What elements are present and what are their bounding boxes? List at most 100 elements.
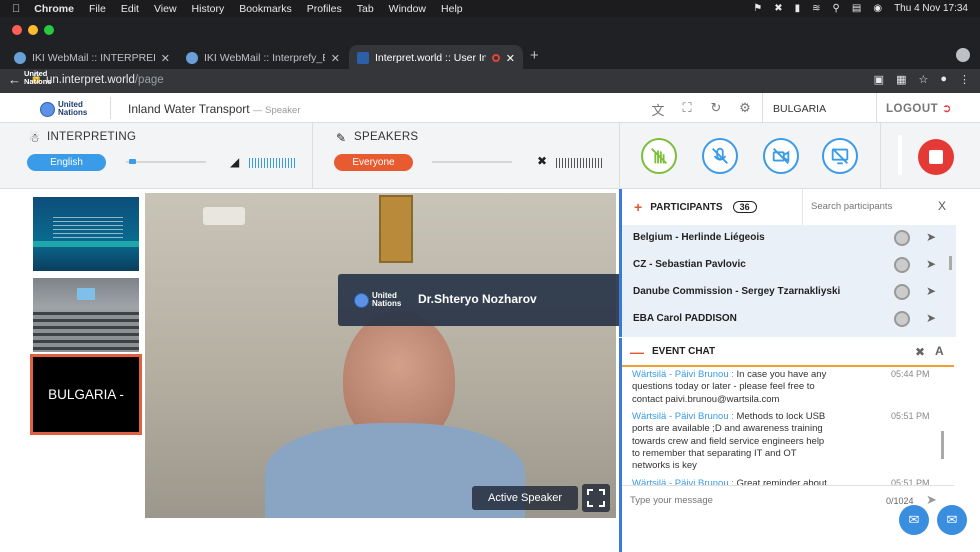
clear-search-icon[interactable]: X: [938, 199, 946, 213]
close-tab-icon[interactable]: ✕: [161, 52, 170, 65]
participant-row[interactable]: EBA Carol PADDISON ➤: [622, 306, 956, 333]
audio-channel-icon[interactable]: [894, 257, 910, 273]
mail-button[interactable]: ✉: [937, 505, 967, 535]
bluetooth-icon[interactable]: ✖: [774, 3, 782, 14]
new-tab-button[interactable]: +: [530, 47, 539, 64]
slide-accent-bar: [33, 241, 139, 247]
logout-button[interactable]: LOGOUT ➲: [886, 101, 952, 115]
thumbnail-conference-room[interactable]: [33, 278, 139, 352]
profile-icon[interactable]: ●: [940, 73, 947, 86]
divider: [880, 123, 881, 189]
mac-menubar:  Chrome File Edit View History Bookmark…: [0, 0, 980, 17]
participants-search: X: [802, 189, 966, 225]
participants-panel: + PARTICIPANTS 36 X Belgium - Herlinde L…: [619, 189, 980, 337]
chat-header[interactable]: — EVENT CHAT ✖ A: [622, 338, 954, 367]
microphone-icon: ✎: [336, 131, 347, 145]
participant-row[interactable]: Belgium - Herlinde Liégeois ➤: [622, 225, 956, 252]
participant-row[interactable]: Danube Commission - Sergey Tzarnakliyski…: [622, 279, 956, 306]
camera-icon[interactable]: ▣: [874, 73, 884, 86]
send-chat-icon[interactable]: ➤: [926, 492, 937, 508]
thumbnail-bulgaria-active[interactable]: BULGARIA -: [30, 354, 142, 435]
video-fullscreen-button[interactable]: [582, 484, 610, 512]
expand-plus-icon[interactable]: +: [634, 199, 642, 215]
send-message-icon[interactable]: ➤: [926, 284, 936, 298]
collapse-minus-icon[interactable]: —: [630, 344, 644, 360]
control-center-icon[interactable]: ▤: [852, 3, 861, 14]
mute-notifications-icon[interactable]: ✖: [915, 345, 925, 359]
speakers-slider-track[interactable]: [432, 161, 512, 163]
close-tab-icon[interactable]: ✕: [331, 52, 340, 65]
qr-code-icon[interactable]: ▦: [896, 73, 906, 86]
menubar-clock[interactable]: Thu 4 Nov 17:34: [894, 3, 968, 14]
send-message-icon[interactable]: ➤: [926, 257, 936, 271]
menu-window[interactable]: Window: [389, 3, 426, 15]
speaker-name: Dr.Shteryo Nozharov: [418, 292, 537, 306]
stop-button[interactable]: [918, 139, 954, 175]
battery-icon[interactable]: ▮: [795, 3, 801, 14]
audio-channel-icon[interactable]: [894, 311, 910, 327]
audio-channel-icon[interactable]: [894, 284, 910, 300]
more-menu-icon[interactable]: ⋮: [959, 73, 970, 86]
chat-scrollbar[interactable]: [941, 431, 944, 459]
audio-channel-icon[interactable]: [894, 230, 910, 246]
zoom-window-button[interactable]: [44, 25, 54, 35]
raise-hand-button[interactable]: [641, 138, 677, 174]
wifi-icon[interactable]: ≋: [812, 3, 820, 14]
participants-search-input[interactable]: [811, 201, 941, 212]
search-icon[interactable]: ⚲: [833, 3, 840, 14]
settings-gear-icon[interactable]: ⚙: [737, 100, 753, 116]
flag-icon[interactable]: ⚑: [753, 3, 762, 14]
chat-message-input[interactable]: [630, 495, 850, 506]
tab-search-icon[interactable]: [956, 48, 970, 62]
close-window-button[interactable]: [12, 25, 22, 35]
font-size-icon[interactable]: A: [935, 344, 944, 358]
bookmark-star-icon[interactable]: ☆: [918, 73, 928, 86]
menu-view[interactable]: View: [154, 3, 177, 15]
back-arrow-icon[interactable]: ←: [8, 72, 21, 87]
screen-share-button[interactable]: [822, 138, 858, 174]
menu-profiles[interactable]: Profiles: [307, 3, 342, 15]
participant-row[interactable]: CZ - Sebastian Pavlovic ➤: [622, 252, 956, 279]
menu-edit[interactable]: Edit: [121, 3, 139, 15]
browser-tab-3-active[interactable]: Interpret.world :: User Inter ✕: [349, 45, 523, 71]
divider: [619, 123, 620, 189]
language-select[interactable]: English: [27, 154, 106, 171]
un-logo: United Nations: [40, 101, 87, 117]
speaker-muted-icon[interactable]: ✖: [537, 154, 547, 168]
translate-icon[interactable]: 文: [650, 100, 666, 118]
speaker-volume-icon[interactable]: ◢: [230, 155, 239, 169]
room-seats: [33, 312, 139, 352]
close-tab-icon[interactable]: ✕: [506, 52, 515, 65]
menu-help[interactable]: Help: [441, 3, 463, 15]
camera-toggle-button[interactable]: [763, 138, 799, 174]
minimize-window-button[interactable]: [28, 25, 38, 35]
interpreting-slider-track[interactable]: [126, 161, 206, 163]
chat-bubble-button[interactable]: ✉: [899, 505, 929, 535]
send-message-icon[interactable]: ➤: [926, 311, 936, 325]
divider: [762, 93, 763, 123]
menu-tab[interactable]: Tab: [357, 3, 374, 15]
url-text[interactable]: un.interpret.world/page: [46, 74, 164, 86]
screen-share-off-icon: [831, 148, 849, 165]
browser-tab-1[interactable]: IKI WebMail :: INTERPREFY LIN ✕: [6, 45, 178, 71]
speaker-name-overlay: United Nations Dr.Shteryo Nozharov: [338, 274, 642, 326]
fullscreen-icon[interactable]: ⛶: [679, 100, 695, 116]
browser-tab-2[interactable]: IKI WebMail :: Interprefy_ENG.c ✕: [178, 45, 348, 71]
apple-icon[interactable]: : [12, 3, 20, 15]
thumbnail-slides[interactable]: [33, 197, 139, 271]
siri-icon[interactable]: ◉: [873, 3, 882, 14]
menu-history[interactable]: History: [192, 3, 225, 15]
main-video[interactable]: [145, 193, 616, 518]
send-message-icon[interactable]: ➤: [926, 230, 936, 244]
refresh-icon[interactable]: ↻: [708, 100, 724, 116]
mic-off-icon: [712, 147, 728, 164]
participants-header[interactable]: + PARTICIPANTS 36: [622, 189, 803, 225]
interpreting-slider-knob[interactable]: [129, 159, 137, 164]
speakers-select[interactable]: Everyone: [334, 154, 413, 171]
menu-bookmarks[interactable]: Bookmarks: [239, 3, 292, 15]
microphone-toggle-button[interactable]: [702, 138, 738, 174]
menu-app-name[interactable]: Chrome: [34, 3, 74, 15]
menu-file[interactable]: File: [89, 3, 106, 15]
chat-title: EVENT CHAT: [652, 346, 716, 357]
participants-scrollbar[interactable]: [949, 256, 952, 270]
